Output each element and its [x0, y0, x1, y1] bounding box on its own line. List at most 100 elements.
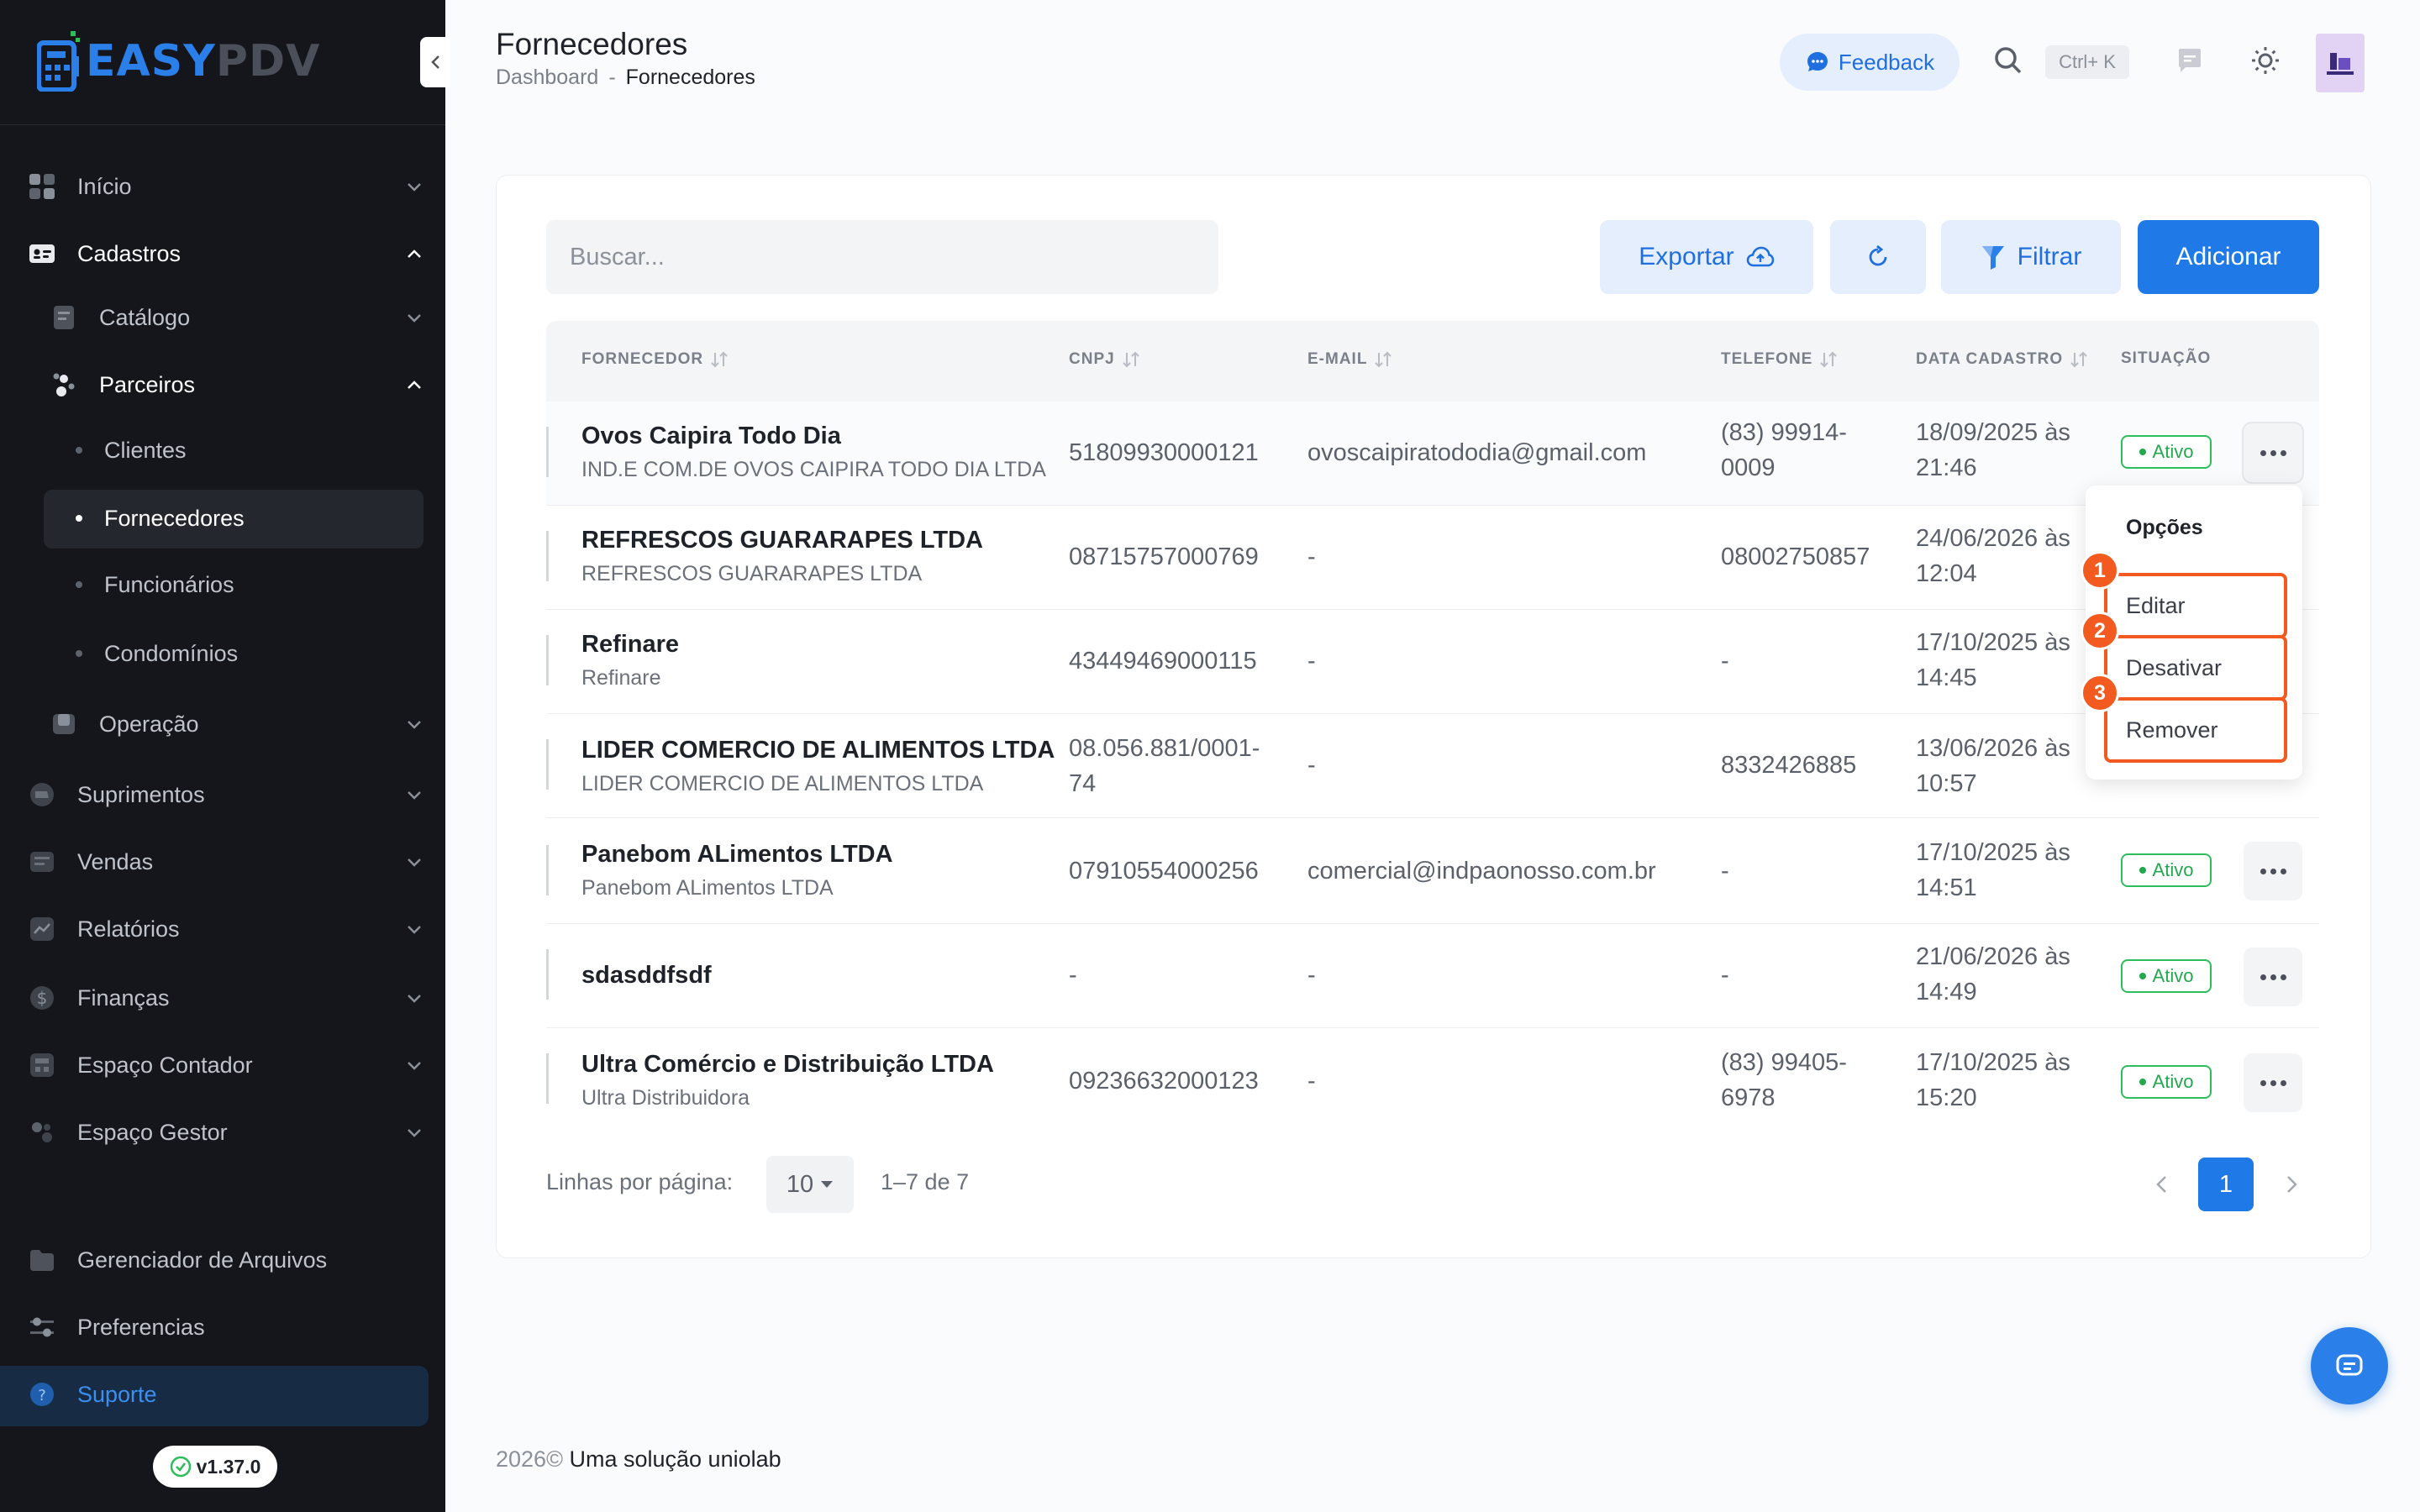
supplier-date: 24/06/2026 às 12:04: [1916, 525, 2070, 587]
sidebar-item-suprimentos[interactable]: Suprimentos: [29, 768, 424, 822]
status-dot: [2139, 973, 2146, 979]
sidebar-item-espaco-contador[interactable]: Espaço Contador: [29, 1038, 424, 1092]
col-header-data-cadastro[interactable]: DATA CADASTRO: [1916, 349, 2088, 370]
supplier-date: 13/06/2026 às 10:57: [1916, 735, 2070, 797]
supplier-name: sdasddfsdf: [581, 962, 712, 989]
rows-per-page-label: Linhas por página:: [546, 1169, 734, 1194]
sidebar-item-catalogo[interactable]: Catálogo: [50, 291, 424, 344]
col-header-email[interactable]: E-MAIL: [1307, 349, 1392, 370]
brand-name: EASYPDV: [86, 36, 321, 87]
page-button-current[interactable]: 1: [2198, 1158, 2254, 1211]
sidebar-item-label: Finanças: [77, 984, 170, 1011]
col-header-fornecedor[interactable]: FORNECEDOR: [581, 349, 729, 370]
sidebar-item-cadastros[interactable]: Cadastros: [29, 227, 424, 281]
next-page-button[interactable]: [2265, 1158, 2319, 1211]
supplier-email: ovoscaipiratododia@gmail.com: [1307, 439, 1647, 466]
bullet-dot: [76, 650, 82, 657]
grid-icon: [29, 173, 55, 200]
chevron-left-icon: [431, 55, 439, 69]
calculator-icon: [29, 1052, 55, 1079]
supplier-date: 17/10/2025 às 15:20: [1916, 1049, 2070, 1111]
export-label: Exportar: [1639, 243, 1734, 270]
sidebar-item-label: Espaço Contador: [77, 1052, 253, 1078]
footer-text: Uma solução uniolab: [569, 1446, 781, 1472]
col-header-telefone[interactable]: TELEFONE: [1721, 349, 1838, 370]
sidebar-item-financas[interactable]: $ Finanças: [29, 971, 424, 1025]
supplier-date: 21/06/2026 às 14:49: [1916, 943, 2070, 1005]
refresh-button[interactable]: [1830, 220, 1926, 294]
chevron-up-icon: [405, 375, 424, 394]
sun-theme-icon[interactable]: [2249, 44, 2282, 77]
sidebar-item-inicio[interactable]: Início: [29, 160, 424, 213]
sidebar-collapse-button[interactable]: [420, 37, 450, 87]
sidebar-item-label: Condomínios: [104, 640, 239, 666]
sidebar-item-label: Catálogo: [99, 304, 191, 330]
sidebar-item-espaco-gestor[interactable]: Espaço Gestor: [29, 1105, 424, 1159]
breadcrumb-dashboard[interactable]: Dashboard: [496, 66, 598, 90]
avatar[interactable]: [2316, 34, 2365, 92]
brand-logo[interactable]: EASYPDV: [37, 30, 320, 92]
sidebar-item-clientes[interactable]: Clientes: [76, 423, 424, 477]
sidebar-item-label: Clientes: [104, 437, 187, 463]
search-icon[interactable]: [1991, 44, 2025, 77]
supplier-email: -: [1307, 962, 1316, 989]
sidebar-item-condominios[interactable]: Condomínios: [76, 627, 424, 680]
sidebar-item-preferencias[interactable]: Preferencias: [29, 1300, 424, 1354]
breadcrumb-separator: -: [608, 66, 616, 89]
add-button[interactable]: Adicionar: [2138, 220, 2319, 294]
rows-per-page-select[interactable]: 10: [766, 1156, 854, 1213]
row-options-button[interactable]: [2244, 948, 2302, 1006]
supplier-name: LIDER COMERCIO DE ALIMENTOS LTDA: [581, 737, 1055, 764]
supplier-date: 17/10/2025 às 14:51: [1916, 839, 2070, 901]
status-dot: [2139, 867, 2146, 874]
chat-icon: [2336, 1354, 2363, 1376]
page-title: Fornecedores: [496, 27, 688, 61]
breadcrumb: Dashboard - Fornecedores: [496, 66, 755, 90]
prev-page-button[interactable]: [2134, 1158, 2188, 1211]
row-options-button[interactable]: [2244, 842, 2302, 900]
supplier-fantasy-name: Refinare: [581, 666, 661, 690]
chat-fab-button[interactable]: [2311, 1327, 2388, 1404]
sidebar-item-operacao[interactable]: Operação: [50, 697, 424, 751]
filter-button[interactable]: Filtrar: [1941, 220, 2121, 294]
sidebar-item-funcionarios[interactable]: Funcionários: [76, 558, 424, 612]
supplier-phone: (83) 99914- 0009: [1721, 419, 1847, 481]
sidebar-divider: [0, 124, 445, 125]
status-badge: Ativo: [2121, 853, 2212, 887]
version-text: v1.37.0: [196, 1455, 261, 1478]
folder-icon: [29, 1247, 55, 1273]
manager-icon: [29, 1119, 55, 1146]
supplier-cnpj: 51809930000121: [1069, 439, 1259, 466]
row-indicator: [546, 635, 549, 685]
sidebar-item-fornecedores[interactable]: Fornecedores: [76, 491, 424, 545]
status-badge: Ativo: [2121, 435, 2212, 469]
chevron-down-icon: [405, 853, 424, 871]
sidebar-item-vendas[interactable]: Vendas: [29, 835, 424, 889]
messages-icon[interactable]: [2173, 44, 2207, 77]
chevron-down-icon: [405, 920, 424, 938]
search-input[interactable]: [546, 220, 1218, 294]
cloud-upload-icon: [1746, 246, 1774, 267]
footer-year: 2026©: [496, 1446, 563, 1472]
menu-item-editar[interactable]: Editar: [2104, 573, 2287, 638]
supplier-name: Ultra Comércio e Distribuição LTDA: [581, 1051, 994, 1078]
chevron-down-icon: [405, 785, 424, 804]
feedback-button[interactable]: Feedback: [1780, 34, 1960, 91]
row-options-button[interactable]: [2244, 423, 2302, 482]
sidebar-item-label: Espaço Gestor: [77, 1119, 228, 1145]
sidebar-item-label: Relatórios: [77, 916, 180, 942]
supplier-phone: -: [1721, 648, 1729, 675]
sidebar-item-relatorios[interactable]: Relatórios: [29, 902, 424, 956]
version-badge: v1.37.0: [153, 1446, 277, 1488]
export-button[interactable]: Exportar: [1600, 220, 1813, 294]
menu-item-desativar[interactable]: Desativar: [2104, 635, 2287, 701]
row-options-button[interactable]: [2244, 1053, 2302, 1112]
chevron-down-icon: [405, 715, 424, 733]
supplier-phone: (83) 99405- 6978: [1721, 1049, 1847, 1111]
menu-item-remover[interactable]: Remover: [2104, 697, 2287, 763]
sidebar-item-suporte[interactable]: ? Suporte: [29, 1368, 424, 1421]
row-indicator: [546, 949, 549, 1000]
sidebar-item-parceiros[interactable]: Parceiros: [50, 358, 424, 412]
col-header-cnpj[interactable]: CNPJ: [1069, 349, 1140, 370]
sidebar-item-gerenciador-arquivos[interactable]: Gerenciador de Arquivos: [29, 1233, 424, 1287]
